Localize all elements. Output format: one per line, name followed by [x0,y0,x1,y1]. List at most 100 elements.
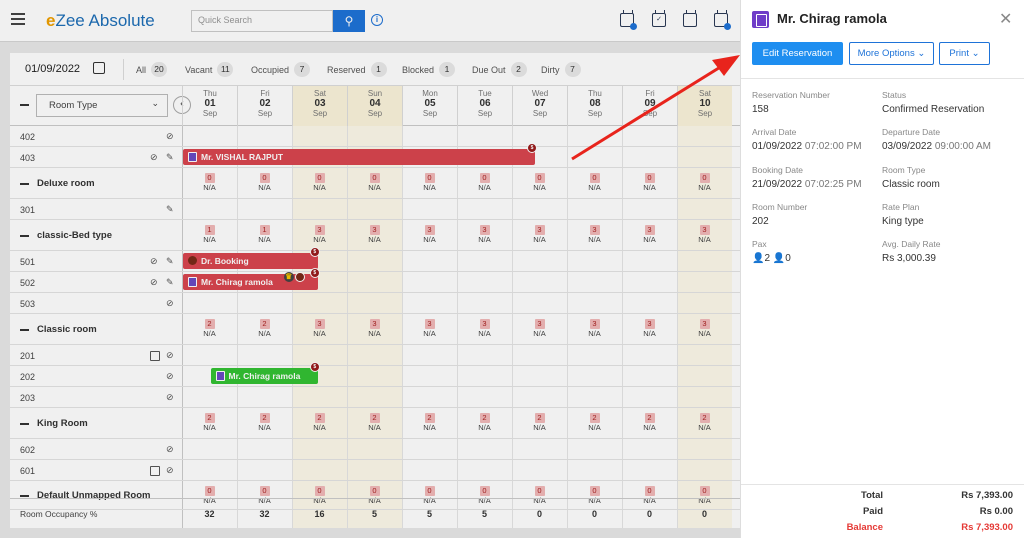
room-number[interactable]: 503 [20,299,35,309]
room-number[interactable]: 203 [20,393,35,403]
quick-search-input[interactable]: Quick Search [191,10,333,32]
available-count-badge: 0 [314,173,325,183]
booking-bar[interactable]: Dr. Booking $ [183,247,320,269]
availability-cell[interactable]: 0 N/A [237,172,292,192]
availability-cell[interactable]: 0 N/A [292,172,347,192]
app-logo[interactable]: eZee Absolute [46,11,155,31]
search-button[interactable]: ⚲ [333,10,365,32]
date-picker-value[interactable]: 01/09/2022 [25,63,80,75]
collapse-category-icon[interactable] [20,494,29,497]
rate-value: N/A [258,183,271,192]
filter-blocked[interactable]: Blocked 1 [402,62,456,77]
availability-cell[interactable]: 2 N/A [677,412,732,432]
availability-cell[interactable]: 2 N/A [182,412,237,432]
booking-bar[interactable]: Mr. Chirag ramola $ [210,362,320,384]
availability-cell[interactable]: 2 N/A [237,412,292,432]
room-number[interactable]: 502 [20,278,35,288]
availability-cell[interactable]: 3 N/A [512,224,567,244]
calendar-check-icon[interactable]: ✓ [652,10,666,27]
total-value: Rs 7,393.00 [961,490,1013,501]
availability-cell[interactable]: 3 N/A [622,318,677,338]
checkbox-icon [150,350,160,361]
availability-cell[interactable]: 0 N/A [402,172,457,192]
room-number[interactable]: 402 [20,132,35,142]
availability-cell[interactable]: 3 N/A [677,318,732,338]
availability-cell[interactable]: 3 N/A [457,224,512,244]
filter-label: Occupied [251,64,290,75]
collapse-category-icon[interactable] [20,182,29,185]
availability-cell[interactable]: 3 N/A [567,318,622,338]
available-count-badge: 2 [259,413,270,423]
availability-cell[interactable]: 3 N/A [347,318,402,338]
room-number[interactable]: 602 [20,445,35,455]
availability-cell[interactable]: 0 N/A [677,172,732,192]
available-count-badge: 0 [589,173,600,183]
availability-cell[interactable]: 3 N/A [457,318,512,338]
room-row: 601 ⊘ [10,460,740,481]
more-options-button[interactable]: More Options ⌄ [849,42,934,65]
room-number[interactable]: 201 [20,351,35,361]
availability-cell[interactable]: 2 N/A [457,412,512,432]
note-icon [294,272,305,282]
availability-cell[interactable]: 3 N/A [402,224,457,244]
availability-cell[interactable]: 2 N/A [622,412,677,432]
filter-reserved[interactable]: Reserved 1 [327,62,387,77]
availability-cell[interactable]: 0 N/A [567,172,622,192]
room-type-select[interactable]: Room Type ⌄ [36,94,168,117]
availability-cell[interactable]: 3 N/A [512,318,567,338]
room-number[interactable]: 202 [20,372,35,382]
room-number[interactable]: 301 [20,205,35,215]
availability-cell[interactable]: 2 N/A [182,318,237,338]
collapse-category-icon[interactable] [20,234,29,237]
hamburger-menu-icon[interactable] [11,13,25,25]
availability-cell[interactable]: 0 N/A [182,172,237,192]
availability-cell[interactable]: 3 N/A [347,224,402,244]
availability-cell[interactable]: 2 N/A [292,412,347,432]
availability-cell[interactable]: 0 N/A [622,172,677,192]
availability-cell[interactable]: 2 N/A [347,412,402,432]
booking-date-value: 21/09/2022 07:02:25 PM [752,179,862,190]
room-number[interactable]: 403 [20,153,35,163]
availability-cell[interactable]: 2 N/A [567,412,622,432]
close-icon[interactable]: ✕ [999,9,1012,29]
availability-cell[interactable]: 0 N/A [457,172,512,192]
availability-cell[interactable]: 2 N/A [512,412,567,432]
availability-cell[interactable]: 3 N/A [567,224,622,244]
filter-dirty[interactable]: Dirty 7 [541,62,581,77]
availability-cell[interactable]: 0 N/A [512,172,567,192]
collapse-all-icon[interactable] [20,104,29,106]
calendar-list-icon[interactable] [714,10,731,30]
filter-vacant[interactable]: Vacant 11 [185,62,234,77]
rate-value: N/A [698,183,711,192]
availability-cell[interactable]: 3 N/A [677,224,732,244]
collapse-category-icon[interactable] [20,422,29,425]
availability-cell[interactable]: 1 N/A [182,224,237,244]
availability-cell[interactable]: 3 N/A [292,224,347,244]
availability-cell[interactable]: 0 N/A [347,172,402,192]
filter-all[interactable]: All 20 [136,62,168,77]
rate-value: N/A [423,235,436,244]
filter-occupied[interactable]: Occupied 7 [251,62,311,77]
availability-cell[interactable]: 3 N/A [402,318,457,338]
grid-header-left: Room Type ⌄ ‹ [10,86,191,126]
filter-label: Blocked [402,64,435,75]
filter-due-out[interactable]: Due Out 2 [472,62,527,77]
availability-cell[interactable]: 3 N/A [292,318,347,338]
collapse-category-icon[interactable] [20,328,29,331]
room-type-label: Room Type [882,165,926,175]
availability-cell[interactable]: 3 N/A [622,224,677,244]
edit-reservation-button[interactable]: Edit Reservation [752,42,843,65]
info-icon[interactable]: i [371,14,383,26]
room-number[interactable]: 501 [20,257,35,267]
availability-cell[interactable]: 2 N/A [237,318,292,338]
calendar-add-icon[interactable] [620,10,637,30]
calendar-icon[interactable] [93,62,105,74]
booking-bar[interactable]: Mr. VISHAL RAJPUT $ [183,143,537,165]
availability-cell[interactable]: 2 N/A [402,412,457,432]
availability-cell[interactable]: 1 N/A [237,224,292,244]
available-count-badge: 0 [424,486,435,496]
room-number[interactable]: 601 [20,466,35,476]
print-button[interactable]: Print ⌄ [939,42,990,65]
booking-bar[interactable]: Mr. Chirag ramola $ ♛ [183,268,320,290]
calendar-icon[interactable] [683,10,697,27]
